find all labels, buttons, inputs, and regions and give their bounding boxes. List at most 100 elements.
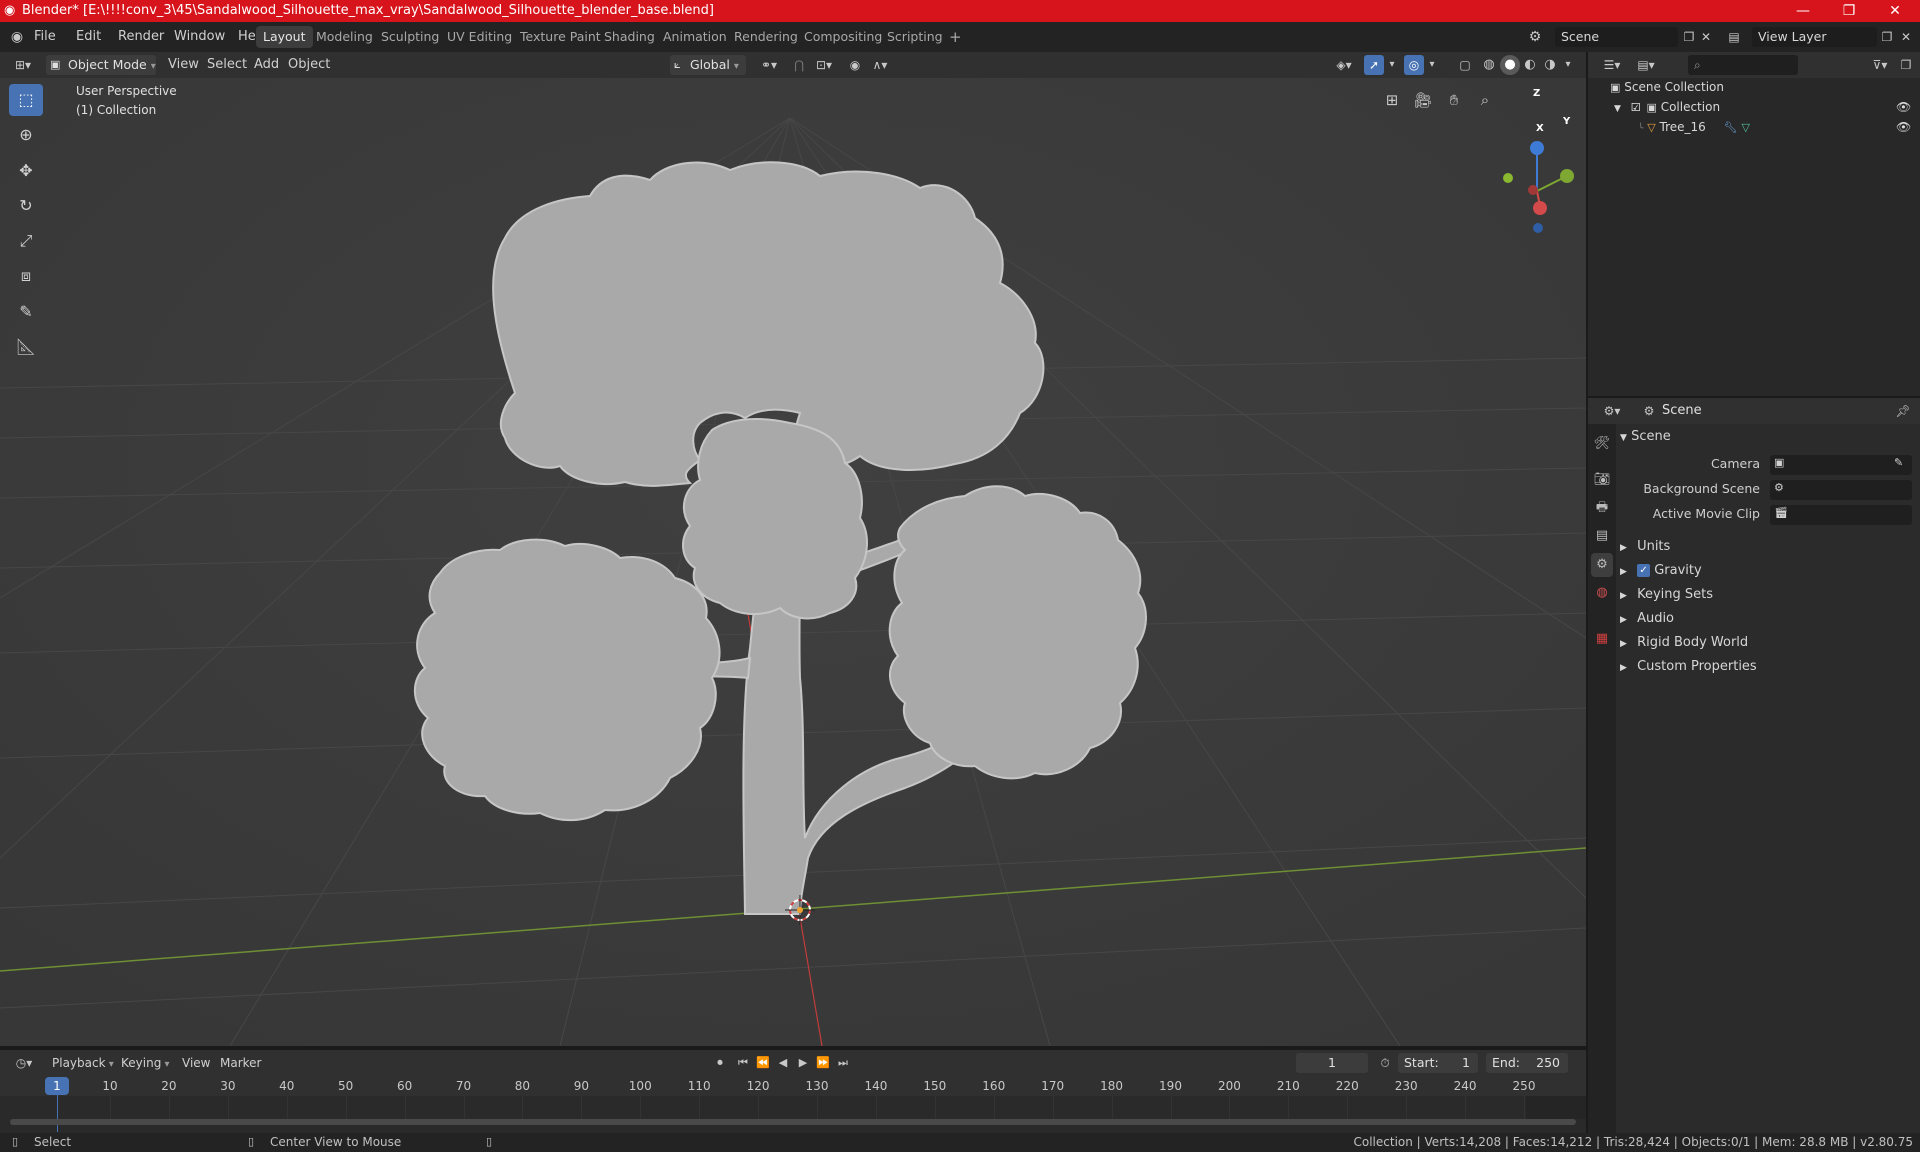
- play-reverse-icon[interactable]: ◀: [774, 1053, 792, 1073]
- object-mode-dropdown[interactable]: ▣ Object Mode: [46, 55, 156, 75]
- tab-texture-paint[interactable]: Texture Paint: [513, 26, 608, 48]
- gizmo-y-label[interactable]: Y: [1563, 116, 1570, 127]
- 3d-viewport[interactable]: Z Y X User Perspective (1) Collection ⊞ …: [0, 78, 1586, 1046]
- tab-sculpting[interactable]: Sculpting: [374, 26, 446, 48]
- tool-tab-icon[interactable]: 🛠︎: [1591, 432, 1613, 456]
- proportional-falloff-icon[interactable]: ∧▾: [866, 55, 894, 75]
- camera-field[interactable]: ▣ ✎: [1770, 455, 1912, 475]
- gizmo-dropdown-icon[interactable]: ▾: [1385, 55, 1399, 75]
- jump-prev-keyframe-icon[interactable]: ⏪: [754, 1053, 772, 1073]
- move-tool-icon[interactable]: ✥: [9, 155, 43, 187]
- rigid-body-world-panel[interactable]: ▶ Rigid Body World: [1620, 632, 1916, 654]
- mesh-data-icon[interactable]: ▽: [1741, 121, 1749, 134]
- scene-icon[interactable]: ⚙: [1525, 27, 1545, 47]
- background-scene-field[interactable]: ⚙: [1770, 480, 1912, 500]
- viewport-menu-select[interactable]: Select: [207, 55, 247, 75]
- display-mode-icon[interactable]: ▤▾: [1632, 55, 1660, 75]
- checkbox-icon[interactable]: ☑: [1631, 101, 1641, 114]
- marker-menu[interactable]: Marker: [220, 1053, 261, 1073]
- rendered-shading-icon[interactable]: ◑: [1541, 55, 1559, 75]
- gravity-checkbox[interactable]: ✓: [1637, 564, 1651, 577]
- outliner-editor-type-icon[interactable]: ☰▾: [1598, 55, 1626, 75]
- add-workspace-button[interactable]: +: [942, 26, 969, 48]
- viewport-menu-view[interactable]: View: [168, 55, 199, 75]
- collection-visibility-icon[interactable]: 👁︎: [1896, 100, 1911, 114]
- viewport-menu-object[interactable]: Object: [288, 55, 330, 75]
- preview-range-icon[interactable]: ⏱: [1376, 1053, 1394, 1073]
- transform-orientation-dropdown[interactable]: ⟀ Global: [670, 55, 746, 75]
- transform-tool-icon[interactable]: ⧈: [9, 260, 43, 292]
- custom-properties-panel[interactable]: ▶ Custom Properties: [1620, 656, 1916, 678]
- record-icon[interactable]: ⏺: [710, 1053, 730, 1073]
- blender-menu-icon[interactable]: ◉: [8, 27, 26, 47]
- solid-shading-icon[interactable]: ●: [1500, 55, 1520, 75]
- properties-editor-type-icon[interactable]: ⚙▾: [1598, 401, 1626, 421]
- rotate-tool-icon[interactable]: ↻: [9, 190, 43, 222]
- gizmo-z-label[interactable]: Z: [1533, 88, 1540, 99]
- area-divider-bottom[interactable]: [0, 1046, 1586, 1050]
- tab-animation[interactable]: Animation: [656, 26, 734, 48]
- scene-selector[interactable]: Scene: [1555, 27, 1678, 47]
- remove-view-layer-icon[interactable]: ✕: [1898, 27, 1914, 47]
- world-tab-icon[interactable]: ◍: [1591, 581, 1613, 605]
- active-movie-clip-field[interactable]: 🎬︎: [1770, 505, 1912, 525]
- keying-menu[interactable]: Keying: [121, 1053, 170, 1073]
- xray-toggle-icon[interactable]: ▢: [1456, 55, 1474, 75]
- new-view-layer-icon[interactable]: ❐: [1878, 27, 1896, 47]
- tab-modeling[interactable]: Modeling: [309, 26, 380, 48]
- material-shading-icon[interactable]: ◐: [1521, 55, 1539, 75]
- timeline-editor-type-icon[interactable]: ◷▾: [10, 1053, 38, 1073]
- eyedropper-icon[interactable]: ✎: [1894, 456, 1903, 469]
- tab-shading[interactable]: Shading: [597, 26, 662, 48]
- tab-compositing[interactable]: Compositing: [797, 26, 889, 48]
- render-tab-icon[interactable]: 📷︎: [1591, 468, 1613, 492]
- area-divider-vertical[interactable]: [1586, 52, 1588, 1133]
- remove-scene-icon[interactable]: ✕: [1698, 27, 1714, 47]
- output-tab-icon[interactable]: 🖶︎: [1591, 496, 1613, 520]
- pan-view-icon[interactable]: ✋︎: [1442, 88, 1466, 112]
- timeline-view-menu[interactable]: View: [182, 1053, 210, 1073]
- snap-target-icon[interactable]: ⊡▾: [810, 55, 838, 75]
- minimize-button[interactable]: —: [1780, 0, 1826, 22]
- expand-arrow-icon[interactable]: ▼: [1614, 104, 1621, 114]
- audio-panel[interactable]: ▶ Audio: [1620, 608, 1916, 630]
- units-panel[interactable]: ▶ Units: [1620, 536, 1916, 558]
- measure-tool-icon[interactable]: 📐︎: [9, 331, 43, 363]
- gizmo-x-label[interactable]: X: [1536, 123, 1544, 134]
- playhead[interactable]: 1: [45, 1077, 69, 1095]
- timeline-scrollbar[interactable]: [10, 1119, 1576, 1125]
- snap-icon[interactable]: ⋂: [790, 55, 808, 75]
- camera-view-icon[interactable]: 🎥︎: [1411, 88, 1435, 112]
- jump-end-icon[interactable]: ⏭: [834, 1053, 852, 1073]
- cursor-tool-icon[interactable]: ⊕: [9, 119, 43, 151]
- menu-window[interactable]: Window: [174, 27, 225, 47]
- jump-start-icon[interactable]: ⏮: [734, 1053, 752, 1073]
- annotate-tool-icon[interactable]: ✎: [9, 296, 43, 328]
- start-frame-field[interactable]: Start: 1: [1398, 1053, 1478, 1073]
- overlay-dropdown-icon[interactable]: ▾: [1425, 55, 1439, 75]
- scene-panel-header[interactable]: ▼ Scene: [1620, 426, 1916, 448]
- tab-rendering[interactable]: Rendering: [727, 26, 805, 48]
- shading-dropdown-icon[interactable]: ▾: [1561, 55, 1575, 75]
- wireframe-shading-icon[interactable]: ◍: [1480, 55, 1498, 75]
- viewport-canvas[interactable]: [0, 78, 1586, 1046]
- jump-next-keyframe-icon[interactable]: ⏩: [814, 1053, 832, 1073]
- overlay-toggle-icon[interactable]: ◎: [1404, 55, 1424, 75]
- playback-menu[interactable]: Playback: [52, 1053, 114, 1073]
- current-frame-field[interactable]: 1: [1296, 1053, 1368, 1073]
- object-row[interactable]: ╰ ▽ Tree_16 🔧︎ ▽: [1638, 120, 1750, 134]
- editor-type-icon[interactable]: ⊞▾: [10, 55, 36, 75]
- view-layer-tab-icon[interactable]: ▤: [1591, 524, 1613, 548]
- new-collection-icon[interactable]: ❐: [1896, 55, 1916, 75]
- scene-tab-icon[interactable]: ⚙: [1591, 553, 1613, 577]
- area-divider-right[interactable]: [1588, 396, 1920, 398]
- zoom-view-icon[interactable]: ⌕: [1473, 88, 1497, 112]
- texture-tab-icon[interactable]: ▦: [1591, 627, 1613, 651]
- pin-icon[interactable]: 📌︎: [1894, 401, 1912, 421]
- toggle-perspective-icon[interactable]: ⊞: [1380, 88, 1404, 112]
- modifier-wrench-icon[interactable]: 🔧︎: [1724, 121, 1738, 134]
- menu-file[interactable]: File: [34, 27, 56, 47]
- viewport-menu-add[interactable]: Add: [254, 55, 279, 75]
- scene-collection-row[interactable]: ▣ Scene Collection: [1610, 80, 1724, 94]
- outliner-filter-icon[interactable]: ⊽▾: [1866, 55, 1894, 75]
